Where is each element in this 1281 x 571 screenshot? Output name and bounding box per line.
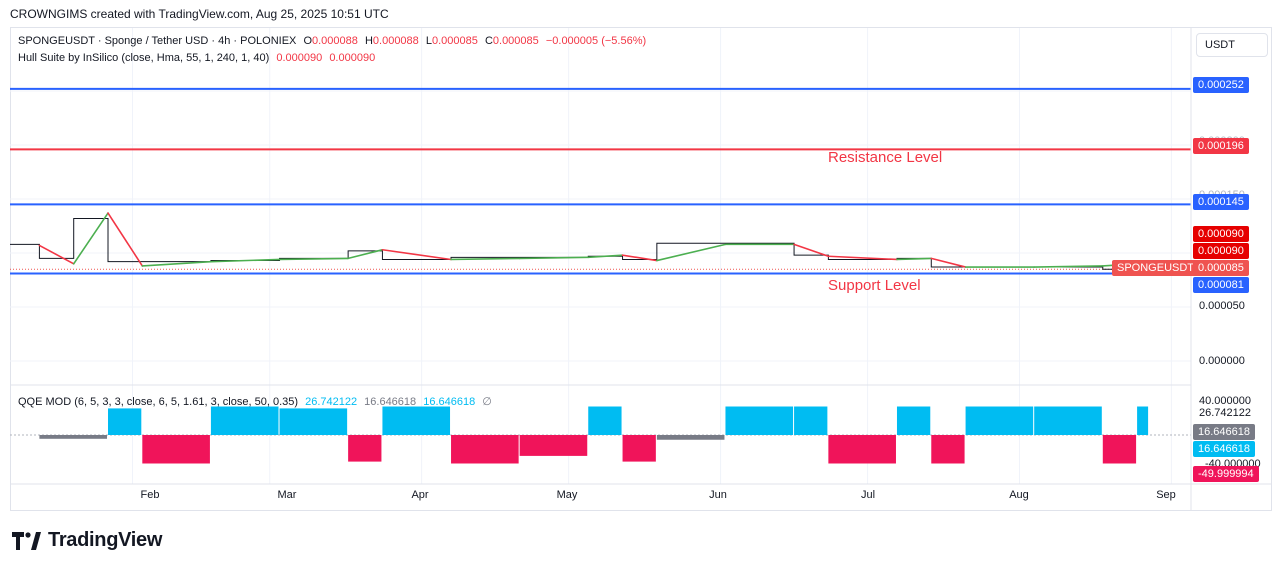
hull-segment-17 — [896, 257, 933, 261]
symbol-tag: SPONGEUSDT — [1112, 260, 1200, 276]
price-line — [10, 217, 1138, 270]
qqe-bar-8 — [519, 435, 588, 456]
qqe-bar-9 — [588, 406, 622, 435]
qqe-bar-3 — [210, 406, 279, 435]
qqe-bar-5 — [348, 435, 382, 462]
hull-tag-1: 0.000090 — [1193, 226, 1249, 242]
high-label: H — [364, 35, 373, 47]
qqe-null: ∅ — [482, 396, 492, 408]
qqe-tag-1: 26.742122 — [1199, 407, 1251, 419]
tradingview-logo-icon — [12, 531, 41, 550]
qqe-legend[interactable]: QQE MOD (6, 5, 3, 3, close, 6, 5, 1.61, … — [18, 395, 492, 408]
month-jul: Jul — [860, 489, 876, 501]
price-tag-0.000145: 0.000145 — [1193, 194, 1249, 210]
price-tag-0.000196: 0.000196 — [1193, 138, 1249, 154]
close-value: 0.000085 — [492, 35, 539, 47]
qqe-bar-10 — [622, 435, 656, 462]
high-value: 0.000088 — [372, 35, 419, 47]
currency-selector[interactable]: USDT — [1196, 33, 1268, 57]
change-value: −0.000005 (−5.56%) — [545, 35, 647, 47]
qqe-title: QQE MOD (6, 5, 3, 3, close, 6, 5, 1.61, … — [18, 396, 299, 408]
last-price-tag: 0.000085 — [1193, 260, 1249, 276]
price-tick-0.000000: 0.000000 — [1199, 355, 1245, 367]
month-apr: Apr — [411, 489, 429, 501]
qqe-bar-17 — [965, 406, 1034, 435]
hull-tag-2: 0.000090 — [1193, 243, 1249, 259]
hull-segment-11 — [587, 254, 624, 259]
symbol-legend[interactable]: SPONGEUSDT · Sponge / Tether USD · 4h · … — [18, 35, 646, 47]
indicator-title: Hull Suite by InSilico (close, Hma, 55, … — [18, 52, 270, 64]
qqe-bar-16 — [931, 435, 965, 464]
close-label: C — [484, 35, 493, 47]
qqe-value-1: 26.742122 — [305, 396, 358, 408]
hull-segment-18 — [930, 257, 967, 268]
qqe-histogram — [10, 406, 1191, 464]
price-series — [10, 212, 1138, 270]
qqe-bar-11 — [656, 435, 725, 440]
qqe-bar-18 — [1034, 406, 1102, 435]
support-label: Support Level — [828, 277, 921, 294]
month-may: May — [556, 489, 578, 501]
qqe-bar-2 — [142, 435, 210, 464]
low-value: 0.000085 — [431, 35, 478, 47]
qqe-bar-7 — [451, 435, 519, 464]
symbol-title: SPONGEUSDT · Sponge / Tether USD · 4h · … — [18, 35, 297, 47]
qqe-bar-19 — [1102, 435, 1137, 464]
qqe-value-3: 16.646618 — [423, 396, 476, 408]
hull-segment-15 — [793, 243, 830, 258]
price-tag-0.000081: 0.000081 — [1193, 277, 1249, 293]
hull-segment-9 — [450, 257, 521, 261]
month-aug: Aug — [1009, 489, 1029, 501]
chart-canvas[interactable] — [0, 0, 1281, 571]
hull-segment-4 — [141, 260, 212, 267]
qqe-bar-14 — [828, 435, 896, 464]
indicator-value-1: 0.000090 — [276, 52, 323, 64]
qqe-tick-top: 40.000000 — [1199, 395, 1251, 407]
hull-segment-10 — [518, 256, 590, 260]
qqe-bar-20 — [1137, 406, 1149, 435]
hull-segment-2 — [72, 212, 109, 265]
qqe-bar-13 — [794, 406, 828, 435]
month-feb: Feb — [140, 489, 160, 501]
open-value: 0.000088 — [312, 35, 358, 47]
qqe-bar-15 — [896, 406, 931, 435]
qqe-tag-3: 16.646618 — [1193, 441, 1255, 457]
resistance-label: Resistance Level — [828, 149, 943, 166]
month-jun: Jun — [709, 489, 727, 501]
indicator-value-2: 0.000090 — [329, 52, 376, 64]
qqe-bar-4 — [279, 408, 348, 435]
qqe-bar-0 — [39, 435, 108, 439]
qqe-bar-12 — [725, 406, 794, 435]
qqe-bar-1 — [108, 408, 142, 435]
hull-segment-1 — [38, 244, 75, 265]
price-tick-0.000050: 0.000050 — [1199, 300, 1245, 312]
hull-segment-6 — [278, 257, 349, 261]
hull-segment-20 — [1033, 265, 1104, 268]
hull-segment-3 — [107, 212, 144, 267]
open-label: O — [303, 35, 312, 47]
hull-segment-13 — [656, 243, 727, 262]
tradingview-logo[interactable]: TradingView — [12, 529, 162, 552]
indicator-legend[interactable]: Hull Suite by InSilico (close, Hma, 55, … — [18, 52, 375, 64]
qqe-bar-6 — [382, 406, 451, 435]
qqe-tag-2: 16.646618 — [1193, 424, 1255, 440]
horizontal-lines — [10, 87, 1191, 275]
month-mar: Mar — [277, 489, 297, 501]
hull-segment-8 — [381, 248, 452, 261]
month-sep: Sep — [1156, 489, 1176, 501]
qqe-tag-4: -49.999994 — [1193, 466, 1259, 482]
price-tag-0.000252: 0.000252 — [1193, 77, 1249, 93]
qqe-value-2: 16.646618 — [364, 396, 417, 408]
